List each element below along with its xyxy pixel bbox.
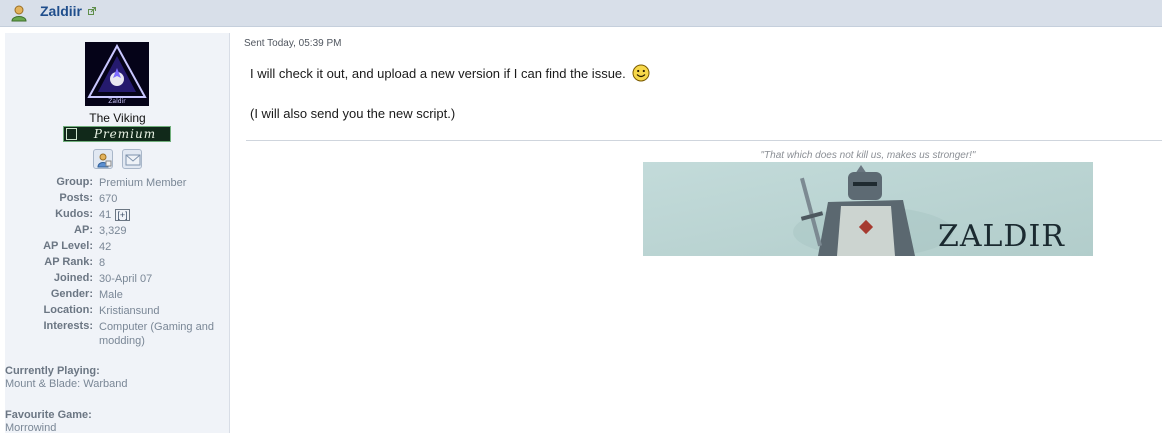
- post-header: Zaldiir: [0, 0, 1162, 27]
- info-value-kudos: 41 [+]: [99, 208, 217, 222]
- user-sidebar: Zaldir The Viking Premium Group: Premium…: [5, 33, 230, 433]
- post-area: Sent Today, 05:39 PM I will check it out…: [231, 33, 1162, 433]
- info-label: Location:: [43, 304, 94, 316]
- user-title: The Viking: [89, 111, 146, 125]
- info-value: 42: [99, 241, 112, 253]
- info-label: Posts:: [59, 192, 93, 204]
- info-row-posts: Posts: 670: [5, 192, 230, 208]
- rank-badge-label: Premium: [93, 127, 157, 141]
- post-timestamp: Sent Today, 05:39 PM: [244, 38, 342, 49]
- favourite-game-label: Favourite Game:: [5, 409, 92, 421]
- give-kudos-button[interactable]: [+]: [115, 209, 130, 221]
- info-value: Computer (Gaming and modding): [99, 321, 214, 347]
- info-label: AP Rank:: [44, 256, 93, 268]
- info-label: Group:: [56, 176, 93, 188]
- rank-emblem-icon: [66, 128, 77, 140]
- username-link[interactable]: Zaldiir: [40, 3, 82, 19]
- signature-banner-text: ZALDIR: [938, 219, 1065, 254]
- send-message-button[interactable]: [122, 149, 142, 169]
- info-row-gender: Gender: Male: [5, 288, 230, 304]
- signature-banner: ZALDIR: [643, 162, 1093, 256]
- info-row-joined: Joined: 30-April 07: [5, 272, 230, 288]
- info-label: AP:: [74, 224, 93, 236]
- info-row-interests: Interests: Computer (Gaming and modding): [5, 320, 230, 350]
- avatar[interactable]: Zaldir: [85, 42, 149, 106]
- info-value: Male: [99, 289, 123, 301]
- info-value: 30-April 07: [99, 273, 153, 285]
- avatar-caption: Zaldir: [108, 98, 126, 105]
- post-spacer: [250, 83, 650, 103]
- favourite-game-value: Morrowind: [5, 422, 57, 433]
- currently-playing-block: Currently Playing: Mount & Blade: Warban…: [5, 365, 230, 390]
- smiley-icon: [632, 64, 650, 82]
- info-row-location: Location: Kristiansund: [5, 304, 230, 320]
- external-link-icon[interactable]: [88, 7, 96, 15]
- info-label: Kudos:: [55, 208, 93, 220]
- info-label: Gender:: [50, 288, 93, 300]
- rank-badge: Premium: [63, 126, 171, 142]
- favourite-game-block: Favourite Game: Morrowind: [5, 409, 230, 433]
- info-row-ap-rank: AP Rank: 8: [5, 256, 230, 272]
- info-value: Kristiansund: [99, 305, 160, 317]
- info-row-ap-level: AP Level: 42: [5, 240, 230, 256]
- kudos-count: 41: [99, 209, 112, 221]
- info-value: 8: [99, 257, 106, 269]
- profile-info: Group: Premium Member Posts: 670 Kudos: …: [5, 176, 230, 350]
- currently-playing-value: Mount & Blade: Warband: [5, 378, 128, 390]
- post-text: I will check it out, and upload a new ve…: [250, 65, 626, 81]
- signature-quote: "That which does not kill us, makes us s…: [760, 150, 976, 161]
- info-row-ap: AP: 3,329: [5, 224, 230, 240]
- signature-divider: [246, 140, 1162, 141]
- info-row-kudos: Kudos: 41 [+]: [5, 208, 230, 224]
- post-text: (I will also send you the new script.): [250, 105, 456, 121]
- currently-playing-label: Currently Playing:: [5, 365, 100, 377]
- info-value: 670: [99, 193, 118, 205]
- info-value: Premium Member: [99, 177, 187, 189]
- info-row-group: Group: Premium Member: [5, 176, 230, 192]
- view-profile-button[interactable]: [93, 149, 113, 169]
- info-label: Joined:: [53, 272, 93, 284]
- user-icon: [11, 5, 27, 22]
- post-body: I will check it out, and upload a new ve…: [250, 63, 650, 123]
- info-label: AP Level:: [43, 240, 93, 252]
- info-value: 3,329: [99, 225, 127, 237]
- info-label: Interests:: [43, 320, 93, 332]
- post-line: I will check it out, and upload a new ve…: [250, 63, 650, 83]
- message-icon: [125, 154, 141, 166]
- profile-icon: [97, 153, 112, 168]
- post-line: (I will also send you the new script.): [250, 103, 650, 123]
